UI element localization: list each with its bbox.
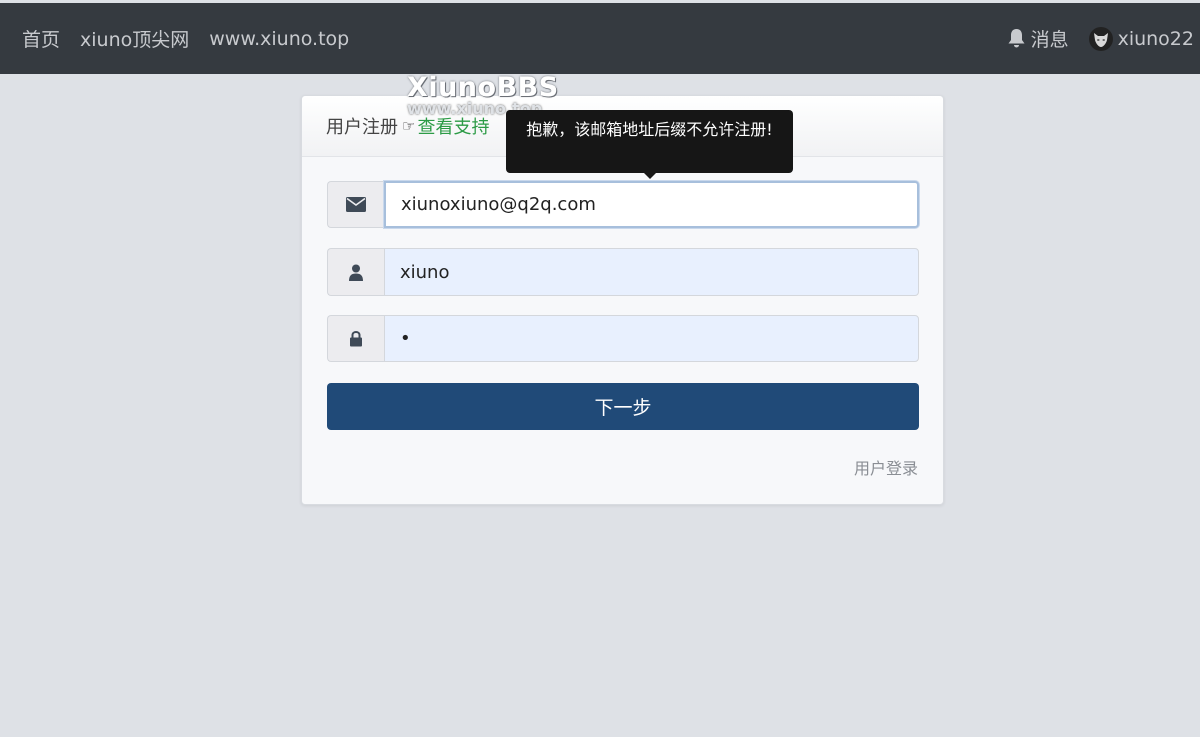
lock-icon [327,315,384,362]
hand-pointer-icon: ☞ [402,117,416,135]
email-input-group [327,181,919,228]
nav-url-link[interactable]: www.xiuno.top [209,28,349,50]
nav-home-link[interactable]: 首页 [22,25,60,52]
password-input[interactable] [384,315,919,362]
nav-site-link[interactable]: xiuno顶尖网 [80,25,189,52]
email-input[interactable] [384,181,919,228]
card-title: 用户注册 [326,117,398,138]
nav-left: 首页 xiuno顶尖网 www.xiuno.top [22,3,349,74]
avatar [1088,26,1113,51]
top-navbar: 首页 xiuno顶尖网 www.xiuno.top 消息 xiuno22 [0,3,1200,74]
envelope-icon [327,181,384,228]
messages-label: 消息 [1030,29,1069,51]
messages-link[interactable]: 消息 [1007,25,1069,52]
bell-icon [1007,28,1026,49]
support-link[interactable]: 查看支持 [417,113,489,139]
username-input[interactable] [384,248,919,296]
username-input-group [327,248,919,296]
password-input-group [327,315,919,362]
user-icon [327,248,384,296]
next-step-button[interactable]: 下一步 [327,383,919,430]
nav-right: 消息 xiuno22 [1007,3,1194,74]
user-menu[interactable]: xiuno22 [1088,26,1194,51]
user-login-link[interactable]: 用户登录 [854,455,918,479]
username-label: xiuno22 [1117,27,1194,50]
error-tooltip: 抱歉，该邮箱地址后缀不允许注册! [506,110,793,179]
